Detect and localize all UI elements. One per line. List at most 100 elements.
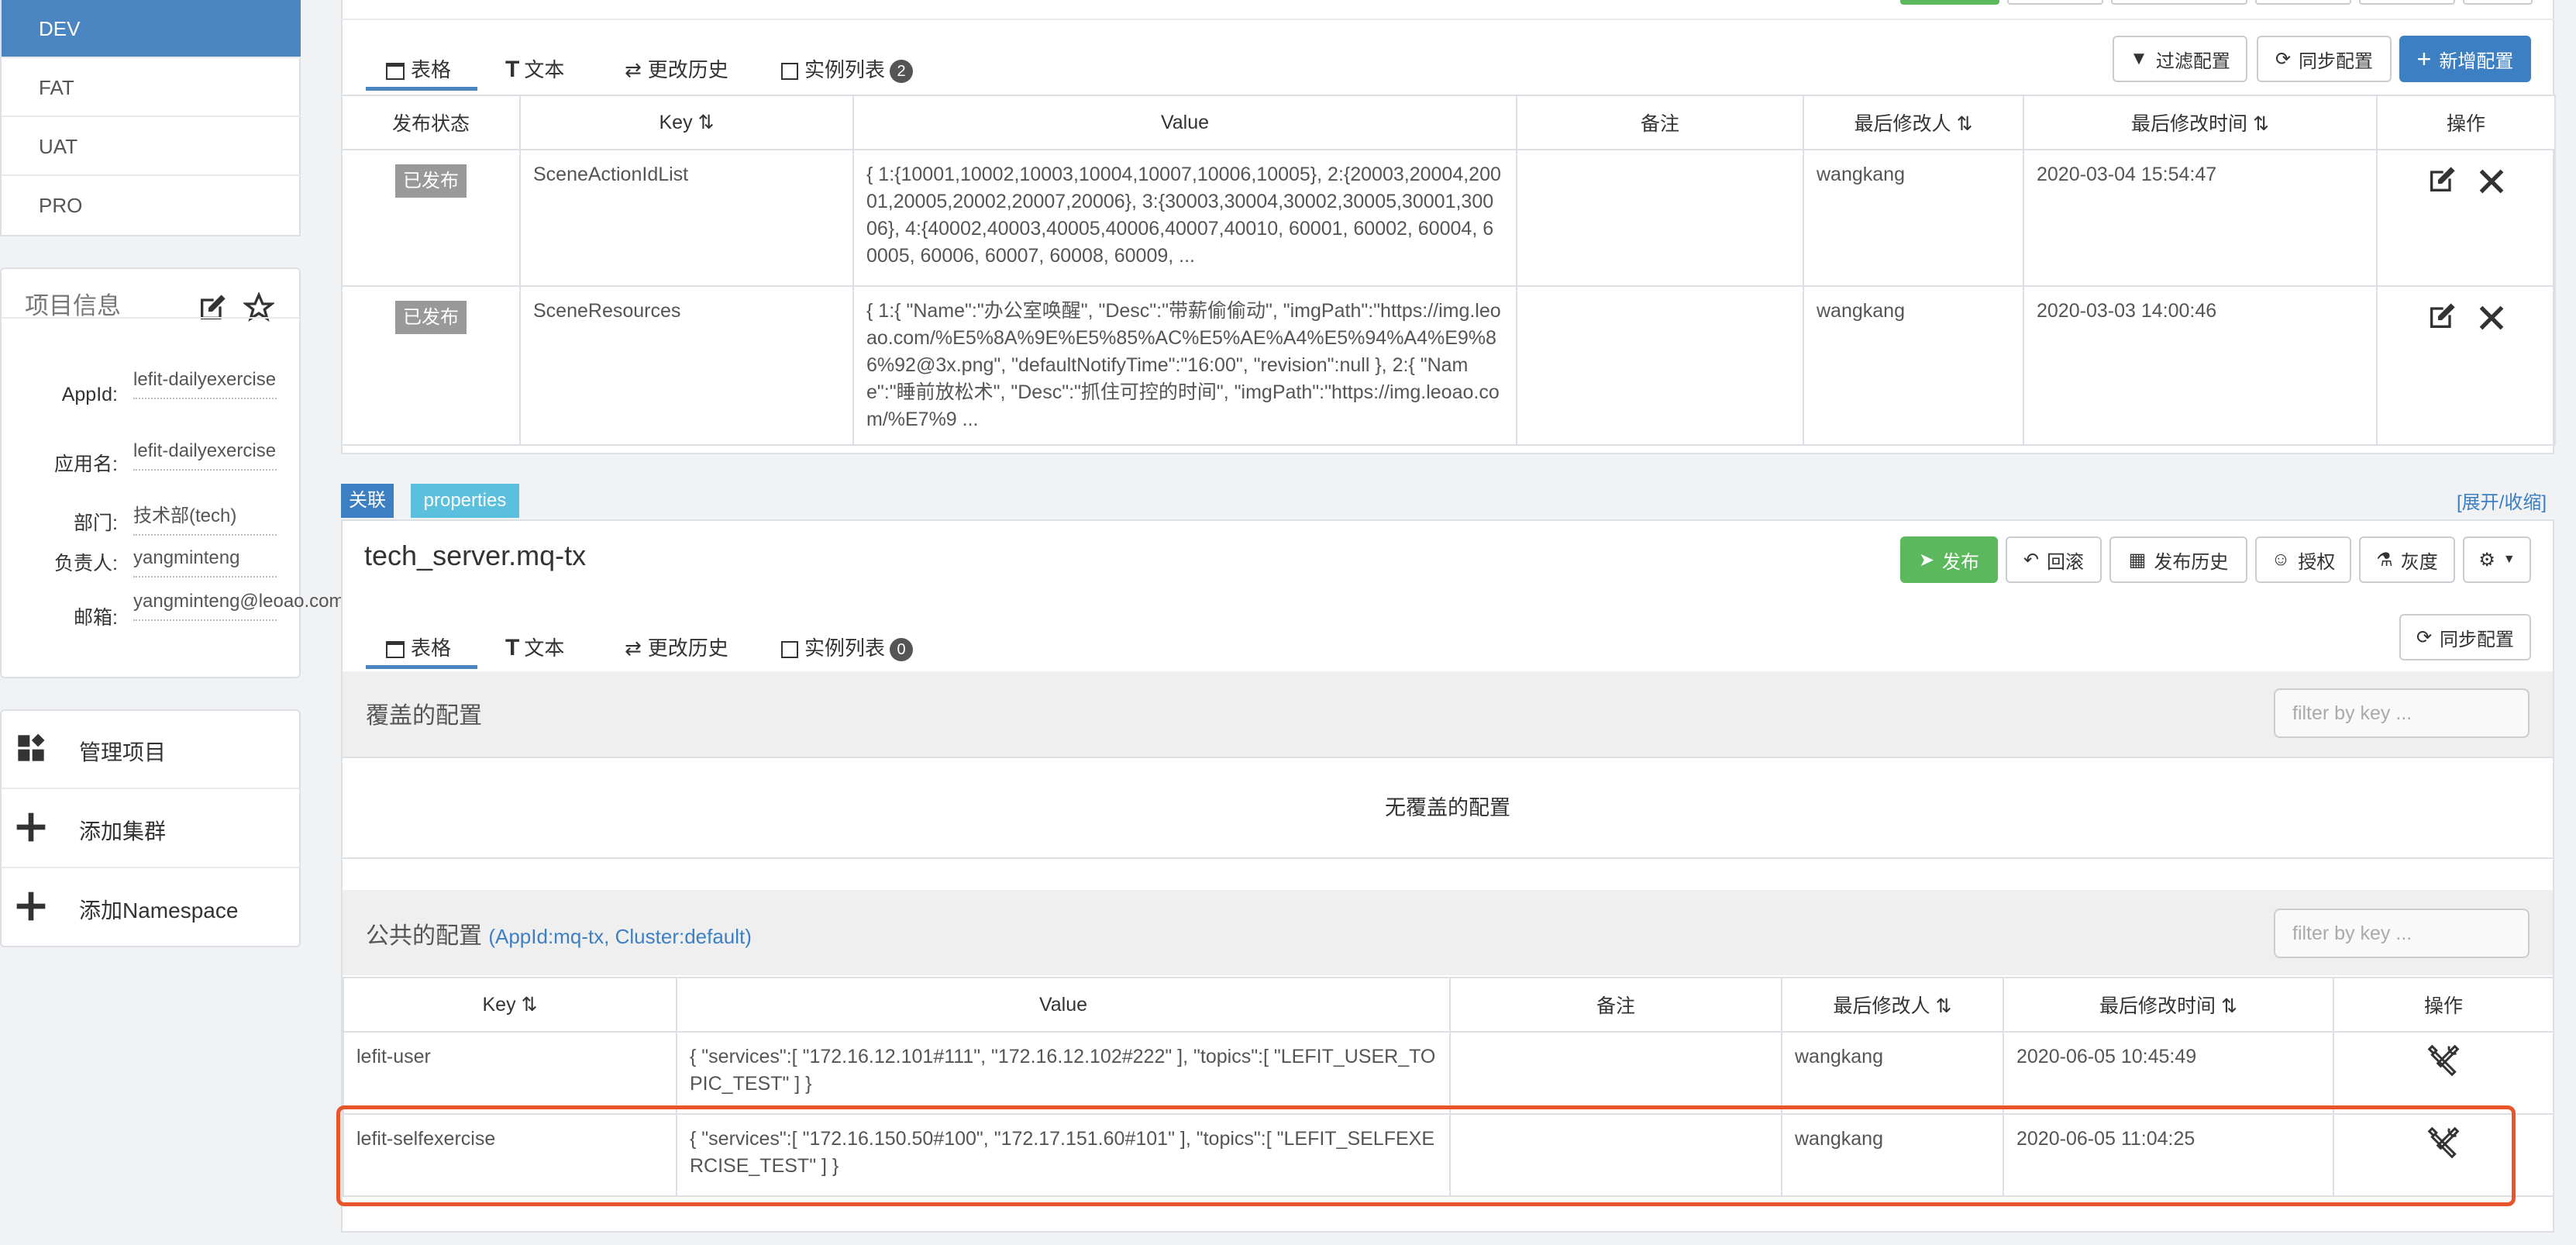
- col-value: Value: [676, 977, 1451, 1033]
- row-modifier: wangkang: [1781, 1031, 2004, 1115]
- appname-value: lefit-dailyexercise: [133, 438, 277, 471]
- ns2-tab-text[interactable]: T 文本: [505, 633, 564, 664]
- table-icon: [386, 63, 405, 81]
- env-dev[interactable]: DEV: [2, 0, 301, 58]
- refresh-icon: ⟳: [2275, 48, 2292, 70]
- star-icon[interactable]: [243, 292, 274, 323]
- no-override-message: 无覆盖的配置: [1385, 796, 1510, 819]
- ns1-tab-instances[interactable]: 实例列表 2: [781, 54, 914, 85]
- gear-icon: ⚙: [2478, 549, 2495, 571]
- table-row: 已发布 SceneResources { 1:{ "Name":"办公室唤醒",…: [341, 285, 2556, 446]
- appid-label: AppId:: [61, 384, 118, 405]
- row-value: { 1:{ "Name":"办公室唤醒", "Desc":"带薪偷偷动", "i…: [852, 285, 1517, 446]
- appname-label: 应用名:: [54, 454, 118, 475]
- email-value: yangminteng@leoao.com: [133, 588, 345, 621]
- row-key: lefit-user: [343, 1031, 677, 1115]
- send-icon: ➤: [1918, 549, 1935, 571]
- col-value: Value: [852, 95, 1517, 150]
- nav-manage-project[interactable]: 管理项目: [2, 711, 299, 789]
- col-modified-time[interactable]: 最后修改时间 ⇅: [2023, 95, 2378, 150]
- override-title: 覆盖的配置: [366, 703, 482, 729]
- settings-dropdown-button[interactable]: ⚙ ▼: [2463, 536, 2531, 583]
- rollback-button[interactable]: ↶ 回滚: [2006, 536, 2102, 583]
- tag-properties: properties: [411, 484, 519, 518]
- override-filter-input[interactable]: filter by key ...: [2274, 688, 2530, 738]
- nav-add-cluster[interactable]: 添加集群: [2, 790, 299, 868]
- delete-icon[interactable]: [2478, 167, 2505, 195]
- ns1-config-table: 发布状态 Key ⇅ Value 备注 最后修改人 ⇅ 最后修改时间 ⇅ 操作 …: [341, 95, 2556, 446]
- instances-count-badge: 0: [890, 638, 914, 662]
- ns1-tab-history[interactable]: ⇄ 更改历史: [625, 54, 728, 85]
- env-fat[interactable]: FAT: [2, 59, 301, 117]
- plus-icon: [16, 892, 46, 921]
- env-pro[interactable]: PRO: [2, 177, 301, 235]
- sort-icon: ⇅: [2221, 995, 2237, 1017]
- plus-icon: +: [2416, 44, 2432, 73]
- tag-associated: 关联: [341, 484, 394, 518]
- row-key: SceneActionIdList: [519, 149, 854, 287]
- email-label: 邮箱:: [74, 607, 118, 629]
- expand-collapse-link[interactable]: [展开/收缩]: [2457, 487, 2547, 514]
- sync-config-button[interactable]: ⟳ 同步配置: [2257, 36, 2392, 82]
- col-modifier[interactable]: 最后修改人 ⇅: [1803, 95, 2024, 150]
- instances-count-badge: 2: [890, 60, 914, 84]
- row-comment: [1449, 1031, 1782, 1115]
- sort-icon: ⇅: [521, 994, 538, 1016]
- ns2-tab-instances[interactable]: 实例列表 0: [781, 633, 914, 664]
- env-uat[interactable]: UAT: [2, 118, 301, 176]
- edit-icon[interactable]: [197, 292, 228, 323]
- edit-icon[interactable]: [2426, 164, 2457, 195]
- row-key: SceneResources: [519, 285, 854, 446]
- sort-icon: ⇅: [2253, 113, 2269, 135]
- nav-manage-label: 管理项目: [79, 740, 167, 764]
- add-config-button[interactable]: + 新增配置: [2399, 36, 2531, 82]
- sort-icon: ⇅: [1935, 995, 1952, 1017]
- text-icon: T: [505, 635, 520, 660]
- row-modifier: wangkang: [1803, 149, 2024, 287]
- gray-release-button[interactable]: ⚗ 灰度: [2359, 536, 2455, 583]
- sort-icon: ⇅: [1956, 113, 1973, 135]
- col-key[interactable]: Key ⇅: [343, 977, 677, 1033]
- swap-icon: ⇄: [625, 58, 642, 81]
- nav-add-namespace-label: 添加Namespace: [79, 898, 239, 923]
- col-key[interactable]: Key ⇅: [519, 95, 854, 150]
- col-modified-time[interactable]: 最后修改时间 ⇅: [2003, 977, 2334, 1033]
- grant-button[interactable]: ☺ 授权: [2255, 536, 2351, 583]
- refresh-icon: ⟳: [2416, 626, 2433, 648]
- row-time: 2020-06-05 10:45:49: [2003, 1031, 2334, 1115]
- dept-value: 技术部(tech): [133, 503, 277, 536]
- status-badge: 已发布: [395, 301, 467, 334]
- ns1-tab-text[interactable]: T 文本: [505, 54, 564, 85]
- plus-icon: [16, 812, 46, 842]
- sort-icon: ⇅: [697, 112, 715, 133]
- filter-config-button[interactable]: ▼ 过滤配置: [2113, 36, 2247, 82]
- row-value: { 1:{10001,10002,10003,10004,10007,10006…: [852, 149, 1517, 287]
- override-tools-icon[interactable]: [2426, 1043, 2461, 1078]
- edit-icon[interactable]: [2426, 301, 2457, 332]
- server-icon: [781, 63, 798, 81]
- publish-button[interactable]: ➤ 发布: [1900, 536, 1998, 583]
- public-filter-input[interactable]: filter by key ...: [2274, 909, 2530, 958]
- row-time: 2020-03-03 14:00:46: [2023, 285, 2378, 446]
- col-comment: 备注: [1516, 95, 1804, 150]
- project-info-panel: 项目信息 AppId: lefit-dailyexercise 应用名: lef…: [0, 267, 345, 678]
- owner-value: yangminteng: [133, 545, 277, 578]
- col-ops: 操作: [2376, 95, 2556, 150]
- namespace-title: tech_server.mq-tx: [364, 540, 587, 571]
- row-comment: [1516, 285, 1804, 446]
- publish-history-button[interactable]: ▦ 发布历史: [2109, 536, 2247, 583]
- col-modifier[interactable]: 最后修改人 ⇅: [1781, 977, 2004, 1033]
- project-info-title: 项目信息: [25, 292, 121, 319]
- ns2-tab-history[interactable]: ⇄ 更改历史: [625, 633, 728, 664]
- env-list: DEV FAT UAT PRO: [0, 0, 301, 236]
- table-row: 已发布 SceneActionIdList { 1:{10001,10002,1…: [341, 149, 2556, 287]
- text-icon: T: [505, 57, 520, 82]
- nav-add-namespace[interactable]: 添加Namespace: [2, 869, 299, 947]
- row-time: 2020-03-04 15:54:47: [2023, 149, 2378, 287]
- user-icon: ☺: [2271, 549, 2291, 570]
- ns2-tab-table[interactable]: 表格: [386, 633, 451, 664]
- ns1-tab-table[interactable]: 表格: [386, 54, 451, 85]
- ns2-sync-config-button[interactable]: ⟳ 同步配置: [2399, 614, 2531, 660]
- row-value: { "services":[ "172.16.12.101#111", "172…: [676, 1031, 1451, 1115]
- delete-icon[interactable]: [2478, 304, 2505, 332]
